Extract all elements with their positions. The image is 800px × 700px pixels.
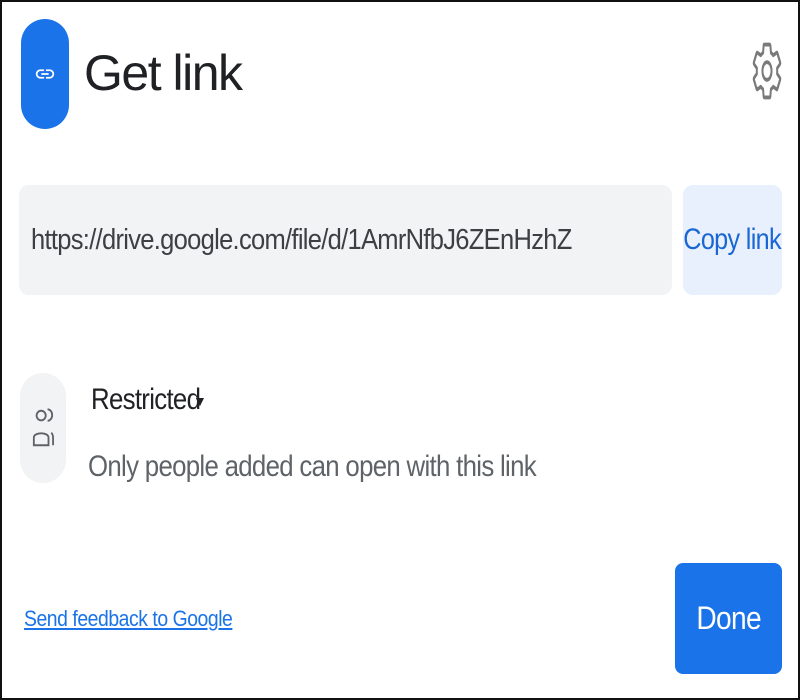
gear-icon — [752, 42, 782, 100]
done-button[interactable]: Done — [675, 563, 782, 674]
access-description: Only people added can open with this lin… — [88, 450, 537, 483]
send-feedback-link[interactable]: Send feedback to Google — [24, 606, 233, 632]
link-url-text: https://drive.google.com/file/d/1AmrNfbJ… — [31, 223, 572, 256]
access-level-dropdown[interactable]: Restricted ▼ — [91, 378, 207, 422]
settings-button[interactable] — [746, 36, 788, 106]
copy-link-button[interactable]: Copy link — [683, 185, 782, 295]
done-label: Done — [696, 600, 761, 636]
access-level-label: Restricted — [91, 383, 201, 416]
link-icon — [21, 19, 69, 129]
dialog-title: Get link — [84, 45, 243, 101]
copy-link-label: Copy link — [683, 223, 782, 256]
link-url-field[interactable]: https://drive.google.com/file/d/1AmrNfbJ… — [19, 185, 672, 295]
people-icon — [20, 373, 66, 483]
get-link-dialog: Get link https://drive.google.com/file/d… — [0, 0, 800, 700]
